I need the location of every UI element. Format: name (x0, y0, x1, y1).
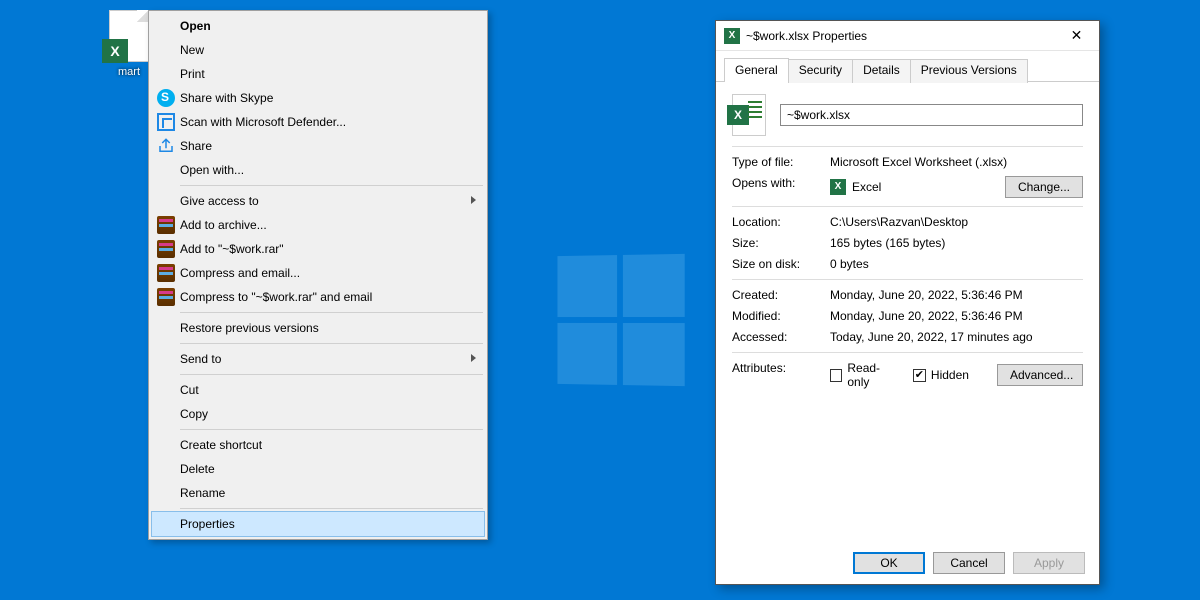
menu-restore-previous[interactable]: Restore previous versions (152, 316, 484, 340)
label-created: Created: (732, 288, 830, 302)
windows-logo-watermark (557, 254, 684, 386)
dialog-title: ~$work.xlsx Properties (746, 29, 1054, 43)
tab-previous-versions[interactable]: Previous Versions (910, 59, 1028, 83)
submenu-arrow-icon (471, 354, 476, 362)
value-type-of-file: Microsoft Excel Worksheet (.xlsx) (830, 155, 1083, 169)
menu-print[interactable]: Print (152, 62, 484, 86)
change-button[interactable]: Change... (1005, 176, 1083, 198)
value-modified: Monday, June 20, 2022, 5:36:46 PM (830, 309, 1083, 323)
share-icon (157, 137, 175, 155)
menu-delete[interactable]: Delete (152, 457, 484, 481)
excel-icon: X (724, 28, 740, 44)
skype-icon (157, 89, 175, 107)
file-context-menu: Open New Print Share with Skype Scan wit… (148, 10, 488, 540)
menu-share[interactable]: Share (152, 134, 484, 158)
menu-compress-named-email[interactable]: Compress to "~$work.rar" and email (152, 285, 484, 309)
menu-separator (180, 429, 483, 430)
properties-dialog: X ~$work.xlsx Properties ✕ General Secur… (715, 20, 1100, 585)
dialog-titlebar[interactable]: X ~$work.xlsx Properties ✕ (716, 21, 1099, 51)
menu-scan-defender[interactable]: Scan with Microsoft Defender... (152, 110, 484, 134)
menu-open[interactable]: Open (152, 14, 484, 38)
winrar-icon (157, 264, 175, 282)
checkbox-icon (830, 369, 842, 382)
label-size-on-disk: Size on disk: (732, 257, 830, 271)
menu-add-named-rar[interactable]: Add to "~$work.rar" (152, 237, 484, 261)
menu-separator (180, 343, 483, 344)
close-button[interactable]: ✕ (1054, 21, 1099, 51)
checkbox-hidden[interactable]: ✔ Hidden (913, 368, 969, 382)
value-created: Monday, June 20, 2022, 5:36:46 PM (830, 288, 1083, 302)
menu-give-access[interactable]: Give access to (152, 189, 484, 213)
label-attributes: Attributes: (732, 361, 830, 389)
winrar-icon (157, 288, 175, 306)
label-size: Size: (732, 236, 830, 250)
menu-cut[interactable]: Cut (152, 378, 484, 402)
excel-app-icon: X (830, 179, 846, 195)
tab-details[interactable]: Details (852, 59, 911, 83)
label-accessed: Accessed: (732, 330, 830, 344)
checkbox-read-only[interactable]: Read-only (830, 361, 899, 389)
dialog-button-row: OK Cancel Apply (716, 542, 1099, 584)
filename-input[interactable] (780, 104, 1083, 126)
menu-compress-email[interactable]: Compress and email... (152, 261, 484, 285)
checkbox-icon: ✔ (913, 369, 926, 382)
submenu-arrow-icon (471, 196, 476, 204)
cancel-button[interactable]: Cancel (933, 552, 1005, 574)
winrar-icon (157, 216, 175, 234)
winrar-icon (157, 240, 175, 258)
advanced-button[interactable]: Advanced... (997, 364, 1083, 386)
menu-rename[interactable]: Rename (152, 481, 484, 505)
excel-badge-icon: X (102, 39, 128, 63)
menu-create-shortcut[interactable]: Create shortcut (152, 433, 484, 457)
value-size-on-disk: 0 bytes (830, 257, 1083, 271)
menu-separator (180, 312, 483, 313)
menu-separator (180, 508, 483, 509)
label-type-of-file: Type of file: (732, 155, 830, 169)
value-location: C:\Users\Razvan\Desktop (830, 215, 1083, 229)
menu-add-archive[interactable]: Add to archive... (152, 213, 484, 237)
value-accessed: Today, June 20, 2022, 17 minutes ago (830, 330, 1083, 344)
menu-separator (180, 185, 483, 186)
tab-general[interactable]: General (724, 58, 789, 82)
label-modified: Modified: (732, 309, 830, 323)
value-size: 165 bytes (165 bytes) (830, 236, 1083, 250)
menu-properties[interactable]: Properties (152, 512, 484, 536)
label-opens-with: Opens with: (732, 176, 830, 198)
menu-send-to[interactable]: Send to (152, 347, 484, 371)
dialog-tabs: General Security Details Previous Versio… (716, 51, 1099, 82)
label-location: Location: (732, 215, 830, 229)
defender-icon (157, 113, 175, 131)
menu-new[interactable]: New (152, 38, 484, 62)
menu-open-with[interactable]: Open with... (152, 158, 484, 182)
menu-copy[interactable]: Copy (152, 402, 484, 426)
excel-file-icon: X (109, 10, 149, 62)
value-opens-with: Excel (852, 180, 881, 194)
tab-body-general: X Type of file: Microsoft Excel Workshee… (716, 82, 1099, 542)
ok-button[interactable]: OK (853, 552, 925, 574)
excel-file-large-icon: X (732, 94, 766, 136)
menu-share-skype[interactable]: Share with Skype (152, 86, 484, 110)
apply-button[interactable]: Apply (1013, 552, 1085, 574)
menu-separator (180, 374, 483, 375)
tab-security[interactable]: Security (788, 59, 853, 83)
